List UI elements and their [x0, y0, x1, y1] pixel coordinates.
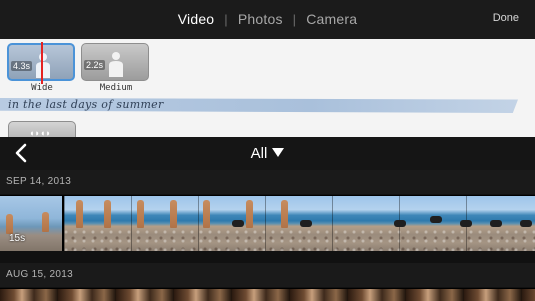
- filter-dropdown[interactable]: All: [0, 145, 535, 162]
- caption-text[interactable]: in the last days of summer: [8, 98, 164, 111]
- done-button[interactable]: Done: [493, 12, 519, 24]
- clip-wide[interactable]: 4.3s: [7, 42, 75, 84]
- media-tabs: Video | Photos | Camera: [0, 11, 535, 27]
- clip-label-wide: Wide: [31, 83, 53, 93]
- tab-photos[interactable]: Photos: [238, 11, 283, 27]
- section-date-header: AUG 15, 2013: [0, 263, 535, 287]
- filter-label: All: [250, 145, 268, 162]
- person-figure: [203, 200, 210, 228]
- dog-figure: [232, 220, 244, 227]
- clip-duration: 2.2s: [84, 60, 106, 70]
- project-storyboard: 4.3s Wide 2.2s Medium in the last days o…: [0, 39, 535, 141]
- person-figure: [137, 200, 144, 228]
- person-figure: [42, 212, 49, 232]
- dog-figure: [460, 220, 472, 227]
- person-figure: [104, 200, 111, 228]
- person-figure: [6, 214, 13, 234]
- video-filmstrip[interactable]: 15s: [0, 195, 535, 251]
- dropdown-caret-icon: [272, 148, 285, 157]
- frame-divider: [131, 196, 132, 251]
- tab-separator: |: [292, 12, 297, 27]
- tab-separator: |: [224, 12, 228, 27]
- frame-divider: [198, 196, 199, 251]
- person-silhouette-icon: [36, 53, 50, 78]
- clip-duration: 4.3s: [11, 61, 33, 71]
- dog-figure: [490, 220, 502, 227]
- person-figure: [281, 200, 288, 228]
- clip-label-medium: Medium: [99, 83, 133, 93]
- video-filmstrip[interactable]: [0, 288, 535, 301]
- person-figure: [76, 200, 83, 228]
- section-date-header: SEP 14, 2013: [0, 170, 535, 194]
- clip-medium[interactable]: 2.2s: [81, 43, 149, 81]
- person-figure: [246, 200, 253, 228]
- dog-figure: [520, 220, 532, 227]
- media-browser-header: All: [0, 137, 535, 170]
- top-bar: Video | Photos | Camera Done: [0, 0, 535, 39]
- filmstrip-texture: [0, 229, 535, 251]
- frame-divider: [332, 196, 333, 251]
- dog-figure: [394, 220, 406, 227]
- person-figure: [170, 200, 177, 228]
- frame-divider: [64, 196, 65, 251]
- playhead[interactable]: [41, 42, 43, 84]
- dog-figure: [430, 216, 442, 223]
- clip-duration: 15s: [9, 233, 26, 244]
- person-silhouette-icon: [109, 52, 123, 77]
- dog-figure: [300, 220, 312, 227]
- frame-divider: [265, 196, 266, 251]
- tab-camera[interactable]: Camera: [306, 11, 357, 27]
- tab-video[interactable]: Video: [178, 11, 215, 27]
